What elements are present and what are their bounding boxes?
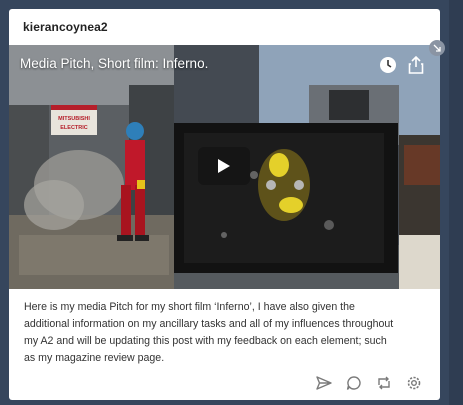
dashboard-sidebar-edge: [449, 0, 463, 405]
share-icon[interactable]: [405, 54, 427, 76]
caption-line: my A2 and will be updating this post wit…: [24, 335, 387, 347]
post-header: kierancoynea2: [9, 9, 440, 45]
post-card: kierancoynea2 MITSUBISHI ELECTRIC Media …: [9, 9, 440, 400]
video-player[interactable]: MITSUBISHI ELECTRIC Media Pitch, Short f…: [9, 45, 440, 289]
post-caption: Here is my media Pitch for my short film…: [24, 299, 429, 367]
caption-line: Here is my media Pitch for my short film…: [24, 301, 355, 313]
post-actions: [314, 373, 424, 393]
gear-icon[interactable]: [404, 373, 424, 393]
clock-icon[interactable]: [377, 54, 399, 76]
sign-text-2: ELECTRIC: [60, 125, 88, 131]
caption-line: as my magazine review page.: [24, 352, 165, 364]
play-icon: [218, 159, 230, 173]
blog-name[interactable]: kierancoynea2: [23, 20, 108, 34]
play-button[interactable]: [198, 147, 250, 185]
reply-icon[interactable]: [344, 373, 364, 393]
reblog-icon[interactable]: [374, 373, 394, 393]
arrow-diagonal-icon[interactable]: [429, 40, 445, 56]
video-title: Media Pitch, Short film: Inferno.: [20, 56, 209, 71]
sign-text-1: MITSUBISHI: [58, 116, 90, 122]
caption-line: additional information on my ancillary t…: [24, 318, 394, 330]
send-icon[interactable]: [314, 373, 334, 393]
